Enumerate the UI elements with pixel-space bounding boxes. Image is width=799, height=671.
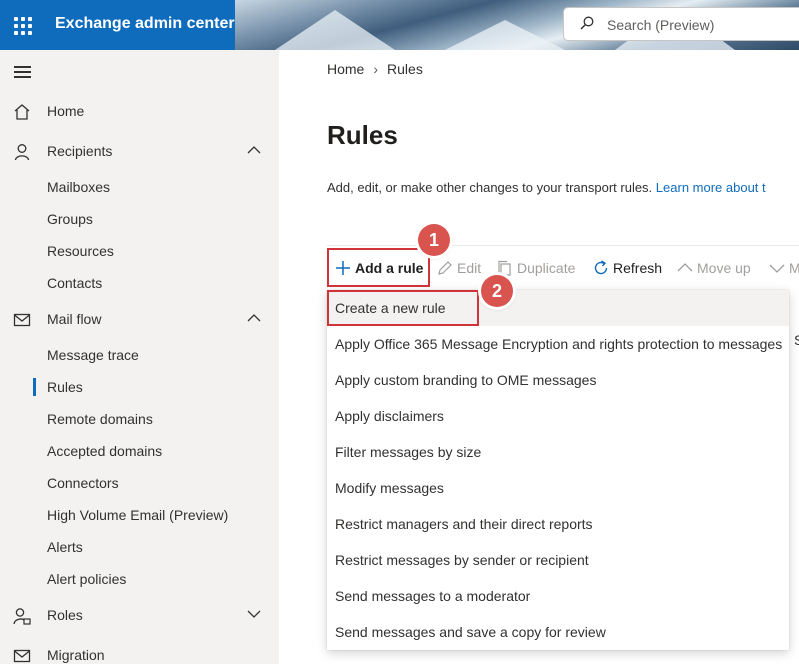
page-title: Rules bbox=[327, 120, 398, 150]
step-badge-1: 1 bbox=[418, 224, 450, 256]
menu-item-apply-encryption[interactable]: Apply Office 365 Message Encryption and … bbox=[327, 326, 789, 362]
app-title[interactable]: Exchange admin center bbox=[55, 15, 235, 33]
breadcrumb-current: Rules bbox=[387, 61, 423, 77]
page-description: Add, edit, or make other changes to your… bbox=[327, 180, 766, 195]
nav-alert-policies[interactable]: Alert policies bbox=[0, 563, 279, 595]
refresh-button[interactable]: Refresh bbox=[593, 256, 662, 280]
divider bbox=[327, 245, 799, 246]
nav-mail-flow[interactable]: Mail flow bbox=[0, 303, 279, 335]
migration-icon bbox=[13, 649, 31, 663]
menu-item-modify-messages[interactable]: Modify messages bbox=[327, 470, 789, 506]
roles-icon bbox=[13, 608, 31, 625]
breadcrumb: Home › Rules bbox=[327, 61, 423, 77]
menu-item-filter-by-size[interactable]: Filter messages by size bbox=[327, 434, 789, 470]
selected-indicator bbox=[33, 378, 36, 396]
mail-icon bbox=[13, 313, 31, 327]
nav-resources[interactable]: Resources bbox=[0, 235, 279, 267]
nav-home[interactable]: Home bbox=[0, 95, 279, 127]
menu-item-restrict-sender-recipient[interactable]: Restrict messages by sender or recipient bbox=[327, 542, 789, 578]
nav-message-trace[interactable]: Message trace bbox=[0, 339, 279, 371]
home-icon bbox=[14, 104, 30, 120]
app-launcher-icon[interactable] bbox=[14, 17, 32, 35]
nav-contacts[interactable]: Contacts bbox=[0, 267, 279, 299]
nav-groups[interactable]: Groups bbox=[0, 203, 279, 235]
nav-recipients[interactable]: Recipients bbox=[0, 135, 279, 167]
search-box[interactable]: Search (Preview) bbox=[564, 8, 799, 40]
menu-item-restrict-managers[interactable]: Restrict managers and their direct repor… bbox=[327, 506, 789, 542]
left-nav: Home Recipients Mailboxes Groups Resourc… bbox=[0, 50, 279, 664]
highlight-add-rule bbox=[327, 248, 430, 287]
duplicate-button[interactable]: Duplicate bbox=[497, 256, 575, 280]
search-placeholder: Search (Preview) bbox=[607, 17, 715, 33]
move-up-button[interactable]: Move up bbox=[677, 256, 751, 280]
add-rule-dropdown: Create a new rule Apply Office 365 Messa… bbox=[327, 290, 789, 650]
breadcrumb-home[interactable]: Home bbox=[327, 61, 364, 77]
chevron-down-icon bbox=[769, 264, 785, 273]
nav-high-volume-email[interactable]: High Volume Email (Preview) bbox=[0, 499, 279, 531]
hamburger-menu-icon[interactable] bbox=[14, 66, 31, 78]
chevron-up-icon bbox=[677, 263, 693, 272]
person-icon bbox=[14, 144, 30, 161]
search-icon bbox=[580, 16, 594, 30]
nav-remote-domains[interactable]: Remote domains bbox=[0, 403, 279, 435]
nav-accepted-domains[interactable]: Accepted domains bbox=[0, 435, 279, 467]
chevron-up-icon[interactable] bbox=[247, 312, 261, 324]
highlight-create-new-rule bbox=[327, 290, 479, 326]
copy-icon bbox=[498, 260, 511, 276]
top-bar: Exchange admin center Search (Preview) bbox=[0, 0, 799, 50]
nav-migration[interactable]: Migration bbox=[0, 639, 279, 671]
menu-item-send-to-moderator[interactable]: Send messages to a moderator bbox=[327, 578, 789, 614]
nav-connectors[interactable]: Connectors bbox=[0, 467, 279, 499]
background-column-text: S bbox=[794, 332, 799, 348]
chevron-right-icon: › bbox=[373, 61, 379, 77]
menu-item-send-and-save-copy[interactable]: Send messages and save a copy for review bbox=[327, 614, 789, 650]
nav-roles[interactable]: Roles bbox=[0, 599, 279, 631]
nav-mailboxes[interactable]: Mailboxes bbox=[0, 171, 279, 203]
menu-item-custom-branding[interactable]: Apply custom branding to OME messages bbox=[327, 362, 789, 398]
step-badge-2: 2 bbox=[481, 275, 513, 307]
chevron-up-icon[interactable] bbox=[247, 144, 261, 156]
nav-alerts[interactable]: Alerts bbox=[0, 531, 279, 563]
learn-more-link[interactable]: Learn more about t bbox=[656, 180, 766, 195]
pencil-icon bbox=[438, 261, 452, 275]
nav-rules[interactable]: Rules bbox=[0, 371, 279, 403]
refresh-icon bbox=[594, 260, 608, 275]
menu-item-apply-disclaimers[interactable]: Apply disclaimers bbox=[327, 398, 789, 434]
edit-button[interactable]: Edit bbox=[437, 256, 481, 280]
move-down-button[interactable]: M bbox=[769, 256, 799, 280]
chevron-down-icon[interactable] bbox=[247, 608, 261, 620]
